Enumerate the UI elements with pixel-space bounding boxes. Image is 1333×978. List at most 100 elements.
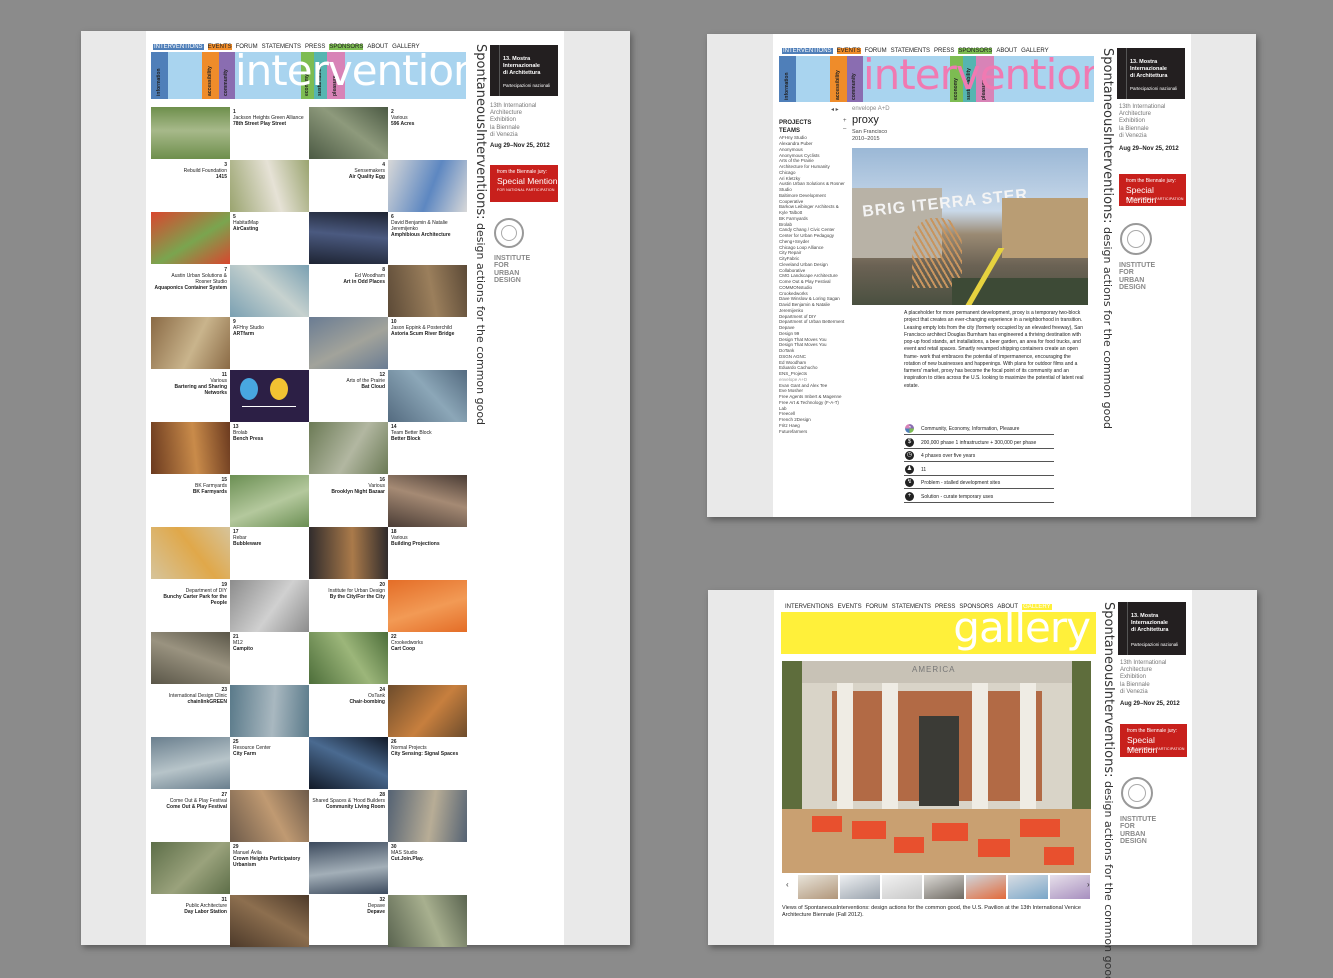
project-thumbnail[interactable]: [388, 264, 467, 317]
institute-urban-design-logo[interactable]: INSTITUTE FOR URBAN DESIGN: [494, 255, 530, 284]
project-thumbnail[interactable]: [151, 422, 230, 474]
teams-heading[interactable]: TEAMS: [779, 128, 847, 136]
tag-information[interactable]: information: [156, 69, 162, 97]
nav-about[interactable]: ABOUT: [997, 604, 1018, 610]
project-caption[interactable]: 2 Various 596 Acres: [388, 107, 467, 159]
nav-statements[interactable]: STATEMENTS: [262, 44, 301, 50]
project-caption[interactable]: 19 Department of DIY Bunchy Carter Park fo…: [151, 580, 230, 632]
team-item[interactable]: David Benjamin & Natalie Jeremijenko: [779, 302, 847, 314]
project-caption[interactable]: 29 Manuel Ávila Crown Heights Participator…: [230, 842, 309, 894]
project-caption[interactable]: 25 Resource Center City Farm: [230, 737, 309, 789]
project-caption[interactable]: 23 International Design Clinic chainlinkGR…: [151, 685, 230, 737]
nav-events[interactable]: EVENTS: [838, 604, 862, 610]
teams-collapse-icon[interactable]: –: [843, 126, 846, 132]
project-caption[interactable]: 18 Various Building Projections: [388, 527, 467, 579]
project-thumbnail[interactable]: [388, 579, 467, 632]
gallery-next-icon[interactable]: ›: [1087, 880, 1090, 889]
gallery-thumbnail[interactable]: [840, 875, 880, 899]
project-caption[interactable]: 7 Austin Urban Solutions & Rosner Studio A…: [151, 265, 230, 317]
gallery-thumbnail[interactable]: [1050, 875, 1090, 899]
project-caption[interactable]: 22 Crookedworks Cart Coop: [388, 632, 467, 684]
project-caption[interactable]: 30 MAS Studio Cut.Join.Play.: [388, 842, 467, 894]
nav-interventions[interactable]: INTERVENTIONS: [785, 604, 834, 610]
project-caption[interactable]: 32 Depave Depave: [309, 895, 388, 947]
project-thumbnail[interactable]: [309, 842, 388, 894]
special-mention-badge[interactable]: from the Biennale jury: Special Mention FO…: [1120, 724, 1187, 757]
project-caption[interactable]: 11 Various Bartering and Sharing Networks: [151, 370, 230, 422]
tag-accessibility[interactable]: accessibility: [207, 66, 213, 96]
institute-urban-design-logo[interactable]: INSTITUTE FOR URBAN DESIGN: [1119, 262, 1155, 291]
nav-sponsors[interactable]: SPONSORS: [329, 44, 364, 50]
nav-forum[interactable]: FORUM: [866, 604, 888, 610]
project-caption[interactable]: 24 OsTank Chair-bombing: [309, 685, 388, 737]
project-thumbnail[interactable]: [388, 894, 467, 947]
project-thumbnail[interactable]: [151, 842, 230, 894]
nav-gallery[interactable]: GALLERY: [1021, 48, 1049, 54]
project-thumbnail[interactable]: [230, 159, 309, 212]
tag-information[interactable]: information: [784, 73, 790, 101]
project-thumbnail[interactable]: [388, 789, 467, 842]
project-thumbnail[interactable]: [230, 474, 309, 527]
nav-about[interactable]: ABOUT: [367, 44, 388, 50]
project-thumbnail[interactable]: [388, 474, 467, 527]
nav-statements[interactable]: STATEMENTS: [891, 48, 930, 54]
project-thumbnail[interactable]: [230, 684, 309, 737]
project-caption[interactable]: 26 Normal Projects City Sensing: Signal Sp…: [388, 737, 467, 789]
institute-urban-design-logo[interactable]: INSTITUTE FOR URBAN DESIGN: [1120, 816, 1156, 845]
project-caption[interactable]: 14 Team Better Block Better Block: [388, 422, 467, 474]
list-toggle[interactable]: ◂ ▸: [831, 106, 839, 113]
tag-community[interactable]: community: [851, 73, 857, 100]
project-thumbnail[interactable]: [230, 894, 309, 947]
project-thumbnail[interactable]: [388, 369, 467, 422]
project-caption[interactable]: 31 Public Architecture Day Labor Station: [151, 895, 230, 947]
projects-expand-icon[interactable]: +: [843, 118, 847, 124]
nav-press[interactable]: PRESS: [934, 48, 954, 54]
special-mention-badge[interactable]: from the Biennale jury: Special Mention FO…: [490, 165, 558, 202]
team-item[interactable]: Free Agents Imbert & Magenne: [779, 394, 847, 400]
team-item[interactable]: Free Art & Technology (F-A-T) Lab: [779, 400, 847, 412]
project-caption[interactable]: 8 Ed Woodham Art in Odd Places: [309, 265, 388, 317]
gallery-thumbnail[interactable]: [882, 875, 922, 899]
nav-forum[interactable]: FORUM: [865, 48, 887, 54]
team-item[interactable]: Barkow Leibinger Architects & Kyle Talbo…: [779, 204, 847, 216]
project-thumbnail[interactable]: [309, 107, 388, 159]
project-thumbnail[interactable]: [309, 632, 388, 684]
gallery-thumbnail[interactable]: [798, 875, 838, 899]
project-caption[interactable]: 1 Jackson Heights Green Alliance 78th Stre…: [230, 107, 309, 159]
project-thumbnail[interactable]: [151, 632, 230, 684]
gallery-thumbnail[interactable]: [924, 875, 964, 899]
project-caption[interactable]: 27 Come Out & Play Festival Come Out & Pla…: [151, 790, 230, 842]
project-caption[interactable]: 9 AFHny Studio ARTfarm: [230, 317, 309, 369]
project-thumbnail[interactable]: [230, 369, 309, 422]
project-thumbnail[interactable]: [230, 789, 309, 842]
nav-interventions[interactable]: INTERVENTIONS: [782, 48, 833, 54]
nav-press[interactable]: PRESS: [935, 604, 955, 610]
tag-community[interactable]: community: [223, 69, 229, 96]
team-item[interactable]: Cleveland Urban Design Collaborative: [779, 262, 847, 274]
project-thumbnail[interactable]: [309, 422, 388, 474]
gallery-thumbnail[interactable]: [966, 875, 1006, 899]
project-caption[interactable]: 28 Shared Spaces & 'Hood Builders Communit…: [309, 790, 388, 842]
nav-about[interactable]: ABOUT: [996, 48, 1017, 54]
team-item[interactable]: Baltimore Development Cooperative: [779, 193, 847, 205]
project-caption[interactable]: 13 Brolab Bench Press: [230, 422, 309, 474]
nav-events[interactable]: EVENTS: [836, 48, 861, 54]
tag-accessibility[interactable]: accessibility: [835, 70, 841, 100]
project-caption[interactable]: 6 David Benjamin & Natalie Jeremijenko Amp…: [388, 212, 467, 264]
project-caption[interactable]: 12 Arts of the Prairie Bat Cloud: [309, 370, 388, 422]
nav-gallery[interactable]: GALLERY: [1022, 604, 1052, 610]
project-thumbnail[interactable]: [151, 107, 230, 159]
project-thumbnail[interactable]: [230, 264, 309, 317]
team-item[interactable]: Austin Urban Solutions & Rosner Studio: [779, 181, 847, 193]
projects-heading[interactable]: PROJECTS: [779, 120, 847, 128]
nav-interventions[interactable]: INTERVENTIONS: [153, 44, 204, 50]
project-thumbnail[interactable]: [309, 317, 388, 369]
team-item[interactable]: Architecture for Humanity Chicago: [779, 164, 847, 176]
project-thumbnail[interactable]: [230, 579, 309, 632]
project-caption[interactable]: 20 Institute for Urban Design By the City/…: [309, 580, 388, 632]
team-item[interactable]: Futurefarmers: [779, 429, 847, 435]
project-caption[interactable]: 3 Rebuild Foundation 1415: [151, 160, 230, 212]
nav-forum[interactable]: FORUM: [236, 44, 258, 50]
project-caption[interactable]: 16 Various Brooklyn Night Bazaar: [309, 475, 388, 527]
nav-gallery[interactable]: GALLERY: [392, 44, 420, 50]
